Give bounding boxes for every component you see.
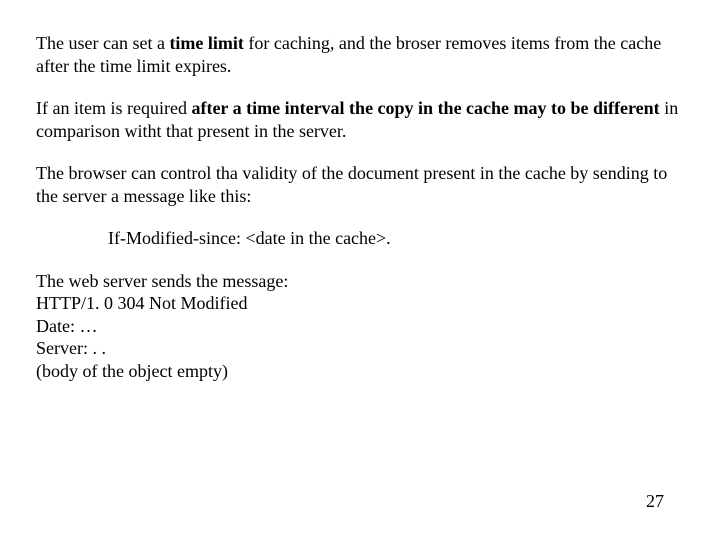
paragraph-4-indented: If-Modified-since: <date in the cache>.	[108, 227, 684, 250]
text-run: The user can set a	[36, 33, 169, 53]
text-run: If an item is required	[36, 98, 191, 118]
page-number: 27	[646, 490, 664, 513]
paragraph-5-line-1: The web server sends the message:	[36, 270, 684, 293]
paragraph-5-line-3: Date: …	[36, 315, 684, 338]
paragraph-5-line-5: (body of the object empty)	[36, 360, 684, 383]
text-bold: after a time interval the copy in the ca…	[191, 98, 659, 118]
paragraph-5-line-4: Server: . .	[36, 337, 684, 360]
paragraph-1: The user can set a time limit for cachin…	[36, 32, 684, 77]
text-bold: time limit	[169, 33, 243, 53]
paragraph-5-line-2: HTTP/1. 0 304 Not Modified	[36, 292, 684, 315]
slide-page: The user can set a time limit for cachin…	[0, 0, 720, 540]
paragraph-2: If an item is required after a time inte…	[36, 97, 684, 142]
paragraph-3: The browser can control tha validity of …	[36, 162, 684, 207]
